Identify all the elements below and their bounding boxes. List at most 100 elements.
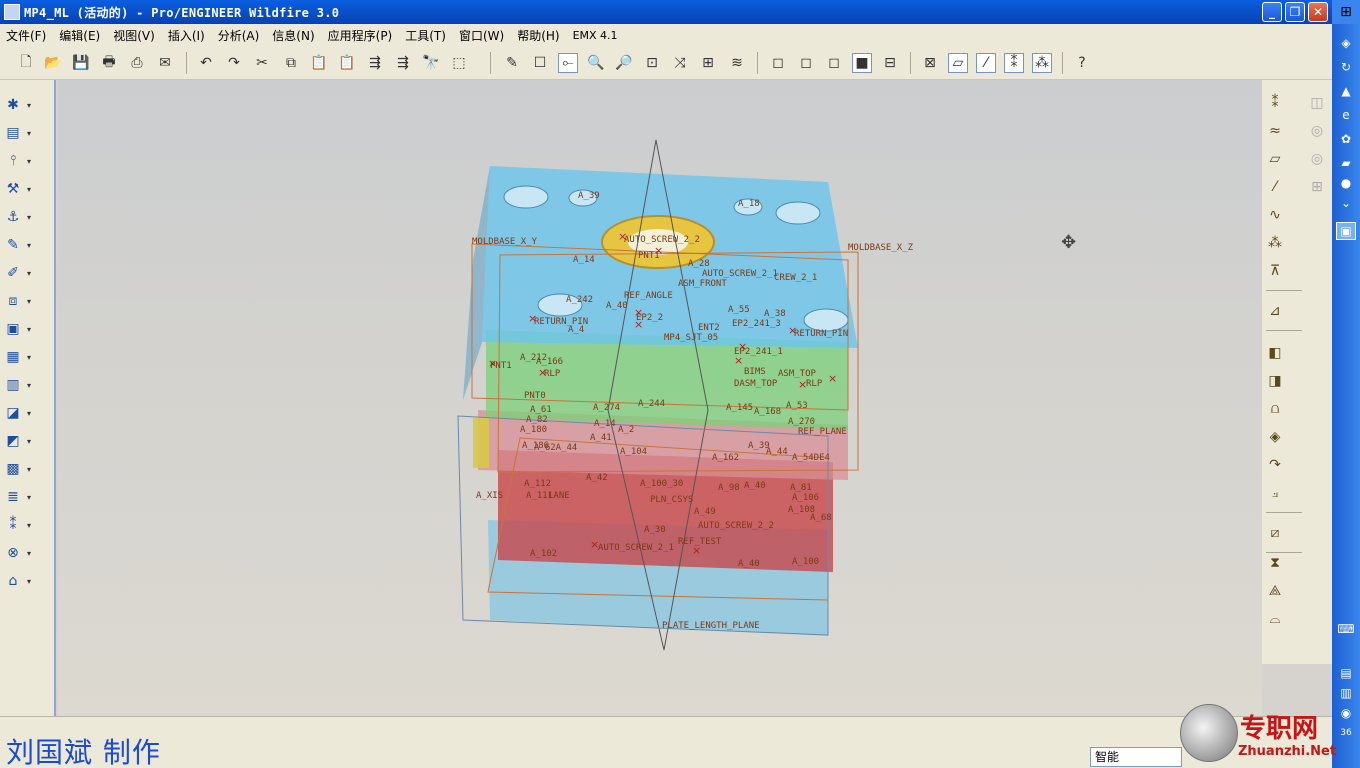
datum-point-marker-icon[interactable]: × [734, 354, 743, 367]
menu-applications[interactable]: 应用程序(P) [328, 27, 393, 44]
datum-label[interactable]: EP2_241_3 [732, 319, 781, 329]
chamfer-icon[interactable]: ◈ [1264, 426, 1286, 448]
menu-help[interactable]: 帮助(H) [517, 27, 559, 44]
datum-label[interactable]: MP4_SJT_05 [664, 333, 718, 343]
datum-label[interactable]: A_242 [566, 295, 593, 305]
datum-point-marker-icon[interactable]: × [488, 357, 497, 370]
dowel-button[interactable]: ⚓ ▾ [3, 206, 37, 228]
datum-label[interactable]: A_18 [738, 199, 760, 209]
datum-label[interactable]: A_104 [620, 447, 647, 457]
lifter-button[interactable]: ✐ ▾ [3, 262, 37, 284]
moldbase-button[interactable]: ▤ ▾ [3, 122, 37, 144]
datum-point-icon[interactable]: ⁑ [1264, 92, 1286, 114]
datum-label[interactable]: A_82 [526, 415, 548, 425]
spin-center-icon[interactable]: ☐ [530, 53, 550, 73]
datum-label[interactable]: A_53 [786, 401, 808, 411]
datum-label[interactable]: A_274 [593, 403, 620, 413]
datum-label[interactable]: A_162 [712, 453, 739, 463]
datum-label[interactable]: A_49 [694, 507, 716, 517]
datum-point-marker-icon[interactable]: × [590, 538, 599, 551]
datum-planes-icon[interactable]: ▱ [948, 53, 968, 73]
regenerate-icon[interactable]: ⇶ [365, 53, 385, 73]
datum-point-marker-icon[interactable]: × [692, 544, 701, 557]
datum-label[interactable]: A_41 [590, 433, 612, 443]
datum-label[interactable]: PLN_CSYS [650, 495, 693, 505]
zoom-in-icon[interactable]: 🔍 [586, 53, 606, 73]
move-icon[interactable]: ⊿ [1264, 300, 1286, 322]
datum-label[interactable]: A_14 [594, 419, 616, 429]
taskbar-window-button[interactable]: ▣ [1336, 222, 1356, 240]
datum-label[interactable]: AUTO_SCREW_2_1 [702, 269, 778, 279]
datum-label[interactable]: A_XIS [476, 491, 503, 501]
datum-label[interactable]: A_30 [644, 525, 666, 535]
menu-view[interactable]: 视图(V) [113, 27, 155, 44]
copy-icon[interactable]: ⧉ [281, 53, 301, 73]
undo-icon[interactable]: ↶ [196, 53, 216, 73]
datum-label[interactable]: A_100_30 [640, 479, 683, 489]
minimize-button[interactable]: _ [1262, 2, 1282, 22]
tray-clock[interactable]: 36 [1336, 724, 1356, 742]
hidden-line-icon[interactable]: ◻ [796, 53, 816, 73]
datum-label[interactable]: RETURN_PIN [794, 329, 848, 339]
datum-label[interactable]: A_68 [810, 513, 832, 523]
datum-label[interactable]: A_270 [788, 417, 815, 427]
datum-label[interactable]: A_61 [530, 405, 552, 415]
datum-point-marker-icon[interactable]: × [788, 324, 797, 337]
tray-app-icon[interactable]: ▤ [1336, 664, 1356, 682]
datum-label[interactable]: LANE [548, 491, 570, 501]
datum-label[interactable]: A_81 [790, 483, 812, 493]
screw-button[interactable]: ⚒ ▾ [3, 178, 37, 200]
datum-label[interactable]: A_100 [792, 557, 819, 567]
sweep-icon[interactable]: ◧ [1264, 342, 1286, 364]
menu-analysis[interactable]: 分析(A) [218, 27, 260, 44]
datum-point-marker-icon[interactable]: × [634, 318, 643, 331]
analysis-feature-icon[interactable]: ≈ [1264, 120, 1286, 142]
tray-speaker-icon[interactable]: ◉ [1336, 704, 1356, 722]
datum-label[interactable]: AUTO_SCREW_2_2 [698, 521, 774, 531]
datum-label[interactable]: ASM_FRONT [678, 279, 727, 289]
datum-label[interactable]: A_44 [766, 447, 788, 457]
options-button[interactable]: ⊗ ▾ [3, 542, 37, 564]
warning-icon[interactable]: ▲ [1336, 82, 1356, 100]
cooling-button[interactable]: ⧈ ▾ [3, 290, 37, 312]
wireframe-icon[interactable]: ◻ [768, 53, 788, 73]
app-tray-icon[interactable]: ✿ [1336, 130, 1356, 148]
menu-edit[interactable]: 编辑(E) [59, 27, 100, 44]
datum-label[interactable]: A_54DE4 [792, 453, 830, 463]
print-preview-icon[interactable]: ⎙ [127, 53, 147, 73]
datum-label[interactable]: REF_PLANE [798, 427, 847, 437]
regen-manager-icon[interactable]: ⇶ [393, 53, 413, 73]
datum-label[interactable]: A_38 [764, 309, 786, 319]
datum-label[interactable]: CREW_2_1 [774, 273, 817, 283]
rib-icon[interactable]: ⧄ [1264, 522, 1286, 544]
datum-label[interactable]: A_145 [726, 403, 753, 413]
datum-label[interactable]: REF_ANGLE [624, 291, 673, 301]
datum-label[interactable]: A_98 [718, 483, 740, 493]
datum-label[interactable]: A_244 [638, 399, 665, 409]
ejector-pin-button[interactable]: ⫯ ▾ [3, 150, 37, 172]
datum-point-marker-icon[interactable]: × [618, 230, 627, 243]
print-icon[interactable]: 🖶 [99, 53, 119, 73]
datum-curve-icon[interactable]: ∿ [1264, 204, 1286, 226]
draft-icon[interactable]: ↷ [1264, 454, 1286, 476]
chevron-down-icon[interactable]: ⌄ [1336, 194, 1356, 212]
datum-label[interactable]: A_112 [524, 479, 551, 489]
close-button[interactable]: ✕ [1308, 2, 1328, 22]
drawing-button[interactable]: ◪ ▾ [3, 402, 37, 424]
datum-label[interactable]: PNT0 [524, 391, 546, 401]
pattern-icon[interactable]: ⊞ [1306, 176, 1328, 198]
datum-label[interactable]: DASM_TOP [734, 379, 778, 389]
datum-label[interactable]: A_55 [728, 305, 750, 315]
orient-mode-icon[interactable]: ⟜ [558, 53, 578, 73]
folder-icon[interactable]: ▰ [1336, 154, 1356, 172]
refresh-icon[interactable]: ↻ [1336, 58, 1356, 76]
datum-label[interactable]: A_102 [530, 549, 557, 559]
selection-filter-select[interactable]: 智能 [1090, 747, 1182, 767]
sketch-icon[interactable]: ⊼ [1264, 260, 1286, 282]
datum-point-marker-icon[interactable]: × [798, 378, 807, 391]
round-icon[interactable]: ⩍ [1264, 398, 1286, 420]
datum-label[interactable]: A_180 [520, 425, 547, 435]
repaint-icon[interactable]: ✎ [502, 53, 522, 73]
datum-label[interactable]: A_40 [606, 301, 628, 311]
slider-button[interactable]: ✎ ▾ [3, 234, 37, 256]
